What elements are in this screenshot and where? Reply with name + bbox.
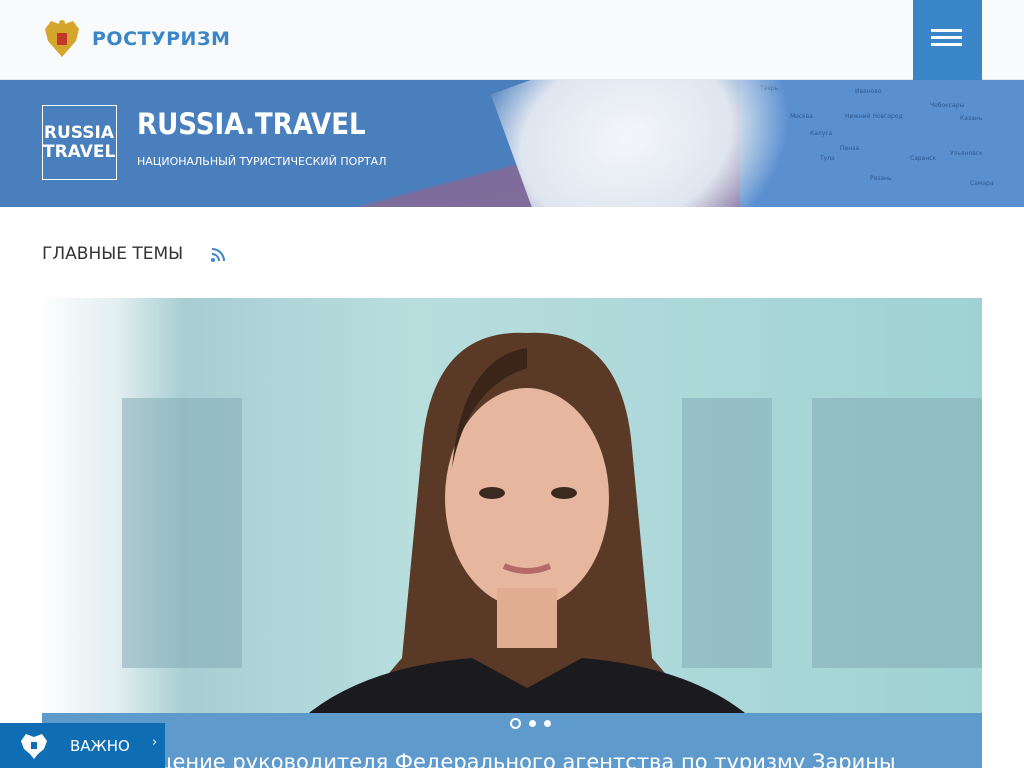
- slider-dot[interactable]: [544, 720, 551, 727]
- hamburger-icon: [931, 43, 962, 46]
- portal-subtitle: НАЦИОНАЛЬНЫЙ ТУРИСТИЧЕСКИЙ ПОРТАЛ: [137, 155, 387, 168]
- russia-travel-logo[interactable]: RUSSIA TRAVEL: [42, 105, 117, 180]
- map-label: Ульяновск: [950, 150, 983, 157]
- slide-photo: [292, 332, 762, 728]
- portal-title[interactable]: RUSSIA.TRAVEL: [137, 107, 366, 141]
- menu-button[interactable]: [913, 0, 982, 80]
- map-label: Казань: [960, 115, 983, 122]
- rss-icon[interactable]: [210, 247, 226, 263]
- map-label: Саранск: [910, 155, 937, 162]
- map-label: Калуга: [810, 130, 833, 137]
- map-label: Рязань: [870, 175, 892, 182]
- slide-caption[interactable]: Обращение руководителя Федерального аген…: [97, 750, 896, 768]
- map-label: Пенза: [840, 145, 859, 152]
- coat-of-arms-icon[interactable]: [43, 19, 81, 59]
- important-label: ВАЖНО: [70, 737, 130, 755]
- top-bar: РОСТУРИЗМ: [0, 0, 1024, 80]
- map-label: Тула: [820, 155, 835, 162]
- map-label: Самара: [970, 180, 994, 187]
- logo-text: RUSSIA: [43, 123, 114, 143]
- featured-slider[interactable]: Обращение руководителя Федерального аген…: [42, 298, 982, 768]
- hero-banner: ТверьМоскваНижний НовгородКалугаТулаПенз…: [0, 80, 1024, 207]
- section-title: ГЛАВНЫЕ ТЕМЫ: [42, 244, 184, 264]
- hamburger-icon: [931, 29, 962, 32]
- slider-dot[interactable]: [510, 718, 521, 729]
- map-label: Нижний Новгород: [845, 113, 903, 120]
- slider-pagination: [510, 718, 551, 729]
- background-window: [812, 398, 982, 668]
- slider-dot[interactable]: [529, 720, 536, 727]
- flag-decoration: [490, 80, 830, 207]
- map-label: Иваново: [855, 88, 882, 95]
- hamburger-icon: [931, 36, 962, 39]
- chevron-right-icon: ›: [152, 735, 158, 750]
- emblem-icon: [21, 734, 47, 759]
- brand-name[interactable]: РОСТУРИЗМ: [92, 28, 230, 50]
- map-label: Чебоксары: [930, 102, 965, 109]
- important-button[interactable]: ВАЖНО ›: [0, 723, 165, 768]
- logo-text: TRAVEL: [43, 142, 116, 162]
- background-window: [122, 398, 242, 668]
- slide-caption-bar: Обращение руководителя Федерального аген…: [42, 713, 982, 768]
